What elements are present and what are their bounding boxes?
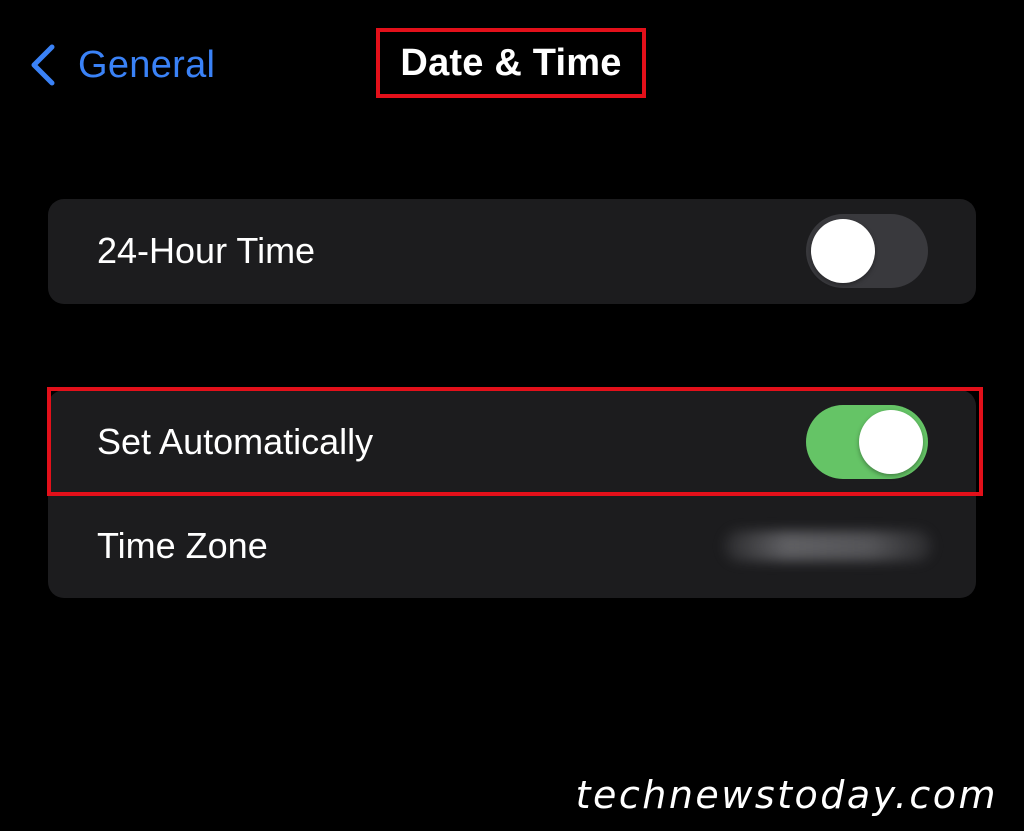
watermark: technewstoday.com [575, 773, 998, 817]
row-time-zone[interactable]: Time Zone [48, 494, 976, 598]
time-zone-value-blurred [724, 531, 932, 561]
toggle-knob [859, 410, 923, 474]
time-zone-label: Time Zone [97, 525, 268, 566]
title-highlight-box: Date & Time [376, 28, 646, 98]
24-hour-time-label: 24-Hour Time [97, 230, 316, 271]
page-title: Date & Time [400, 41, 622, 84]
set-automatically-toggle[interactable] [806, 405, 928, 479]
toggle-knob [811, 219, 875, 283]
row-set-automatically: Set Automatically [48, 390, 976, 494]
settings-group-24hour: 24-Hour Time [48, 199, 976, 304]
back-button-label: General [78, 43, 216, 86]
chevron-left-icon [31, 44, 55, 86]
set-automatically-label: Set Automatically [97, 421, 374, 462]
back-button[interactable]: General [28, 38, 215, 92]
row-24-hour-time: 24-Hour Time [48, 199, 976, 303]
24-hour-time-toggle[interactable] [806, 214, 928, 288]
settings-group-auto: Set Automatically Time Zone [48, 390, 976, 598]
